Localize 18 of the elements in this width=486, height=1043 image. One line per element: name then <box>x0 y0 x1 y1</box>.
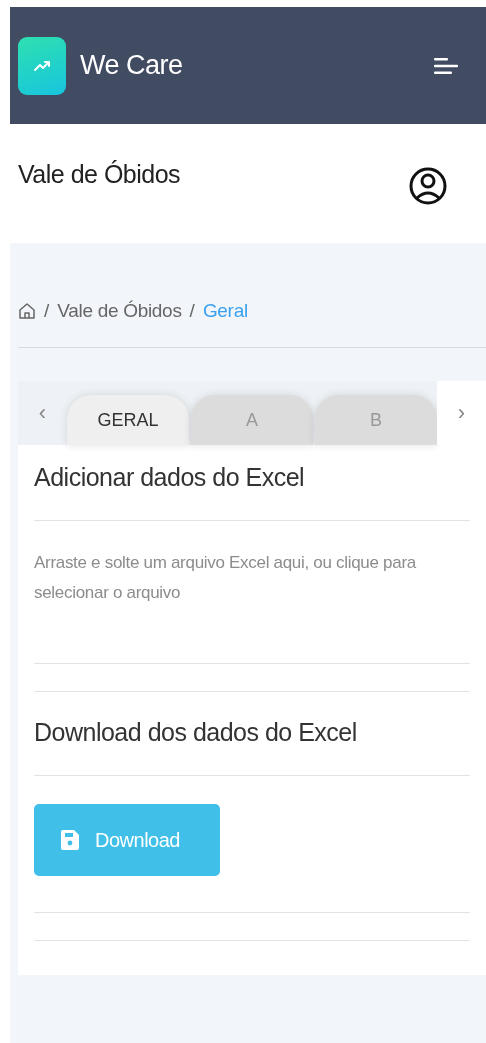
next-tab-button[interactable]: › <box>437 381 486 445</box>
tab[interactable]: A <box>191 395 313 445</box>
section-title: Adicionar dados do Excel <box>34 463 306 493</box>
breadcrumb-link[interactable]: Vale de Óbidos <box>57 300 182 322</box>
brand-name: We Care <box>80 50 183 81</box>
home-icon[interactable] <box>18 302 36 320</box>
section-title: Download dos dados do Excel <box>34 717 358 748</box>
tab[interactable]: B <box>315 395 437 445</box>
download-button[interactable]: Download <box>34 804 220 876</box>
tab[interactable]: GERAL <box>67 395 189 445</box>
dropzone-hint[interactable]: Arraste e solte um arquivo Excel aqui, ou clique para selecionar o arquivo <box>34 521 470 663</box>
menu-icon[interactable] <box>434 56 458 75</box>
trend-up-icon <box>18 36 66 95</box>
breadcrumb-link[interactable]: Geral <box>202 300 248 322</box>
page-title: Vale de Óbidos <box>18 160 181 189</box>
breadcrumb-separator: / <box>44 300 50 322</box>
previous-tab-button[interactable]: ‹ <box>18 381 67 445</box>
breadcrumb-separator: / <box>189 300 195 322</box>
